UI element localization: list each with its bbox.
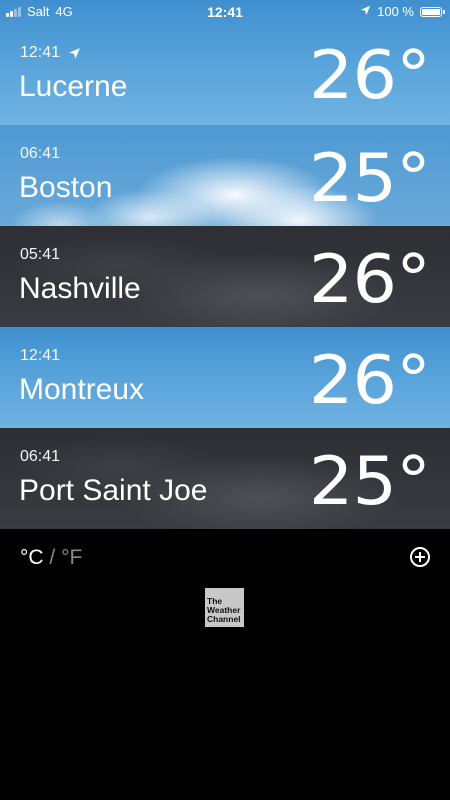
unit-separator: / [43, 546, 62, 569]
fahrenheit-option[interactable]: °F [61, 546, 82, 569]
city-temperature: 25° [308, 139, 431, 217]
city-temperature: 26° [308, 36, 431, 114]
city-local-time: 05:41 [20, 246, 60, 264]
city-time-text: 06:41 [20, 145, 61, 162]
city-row[interactable]: 06:41 Boston 25° [0, 125, 450, 226]
city-name: Port Saint Joe [19, 474, 208, 507]
city-local-time: 06:41 [20, 448, 60, 466]
status-right: 100 % [360, 4, 445, 19]
battery-icon [420, 6, 445, 17]
city-row[interactable]: 05:41 Nashville 26° [0, 226, 450, 327]
city-list: 12:41 Lucerne 26° 06:41 Boston 25° 05:41 Nashvi… [0, 0, 450, 529]
unit-toggle[interactable]: °C / °F [20, 546, 82, 570]
city-temperature: 26° [308, 341, 431, 419]
location-arrow-icon [360, 4, 371, 19]
city-name: Lucerne [19, 70, 128, 103]
footer: °C / °F The Weather Channel [0, 528, 450, 800]
city-row[interactable]: 12:41 Montreux 26° [0, 327, 450, 428]
city-name: Boston [19, 171, 113, 204]
status-bar: Salt 4G 12:41 100 % [0, 0, 450, 24]
city-time-text: 06:41 [20, 448, 61, 465]
celsius-option[interactable]: °C [20, 546, 44, 569]
city-time-text: 12:41 [20, 44, 61, 61]
city-time-text: 05:41 [20, 246, 61, 263]
city-name: Montreux [19, 373, 145, 406]
city-local-time: 12:41 [20, 347, 60, 365]
city-row[interactable]: 06:41 Port Saint Joe 25° [0, 428, 450, 529]
city-local-time: 06:41 [20, 145, 60, 163]
battery-percent: 100 % [377, 4, 414, 19]
city-time-text: 12:41 [20, 347, 61, 364]
city-local-time: 12:41 [20, 44, 81, 62]
city-name: Nashville [19, 272, 141, 305]
location-arrow-icon [68, 47, 81, 60]
weather-channel-logo[interactable]: The Weather Channel [205, 588, 244, 627]
city-temperature: 25° [308, 442, 431, 520]
plus-circle-icon[interactable] [410, 547, 430, 567]
city-temperature: 26° [308, 240, 431, 318]
